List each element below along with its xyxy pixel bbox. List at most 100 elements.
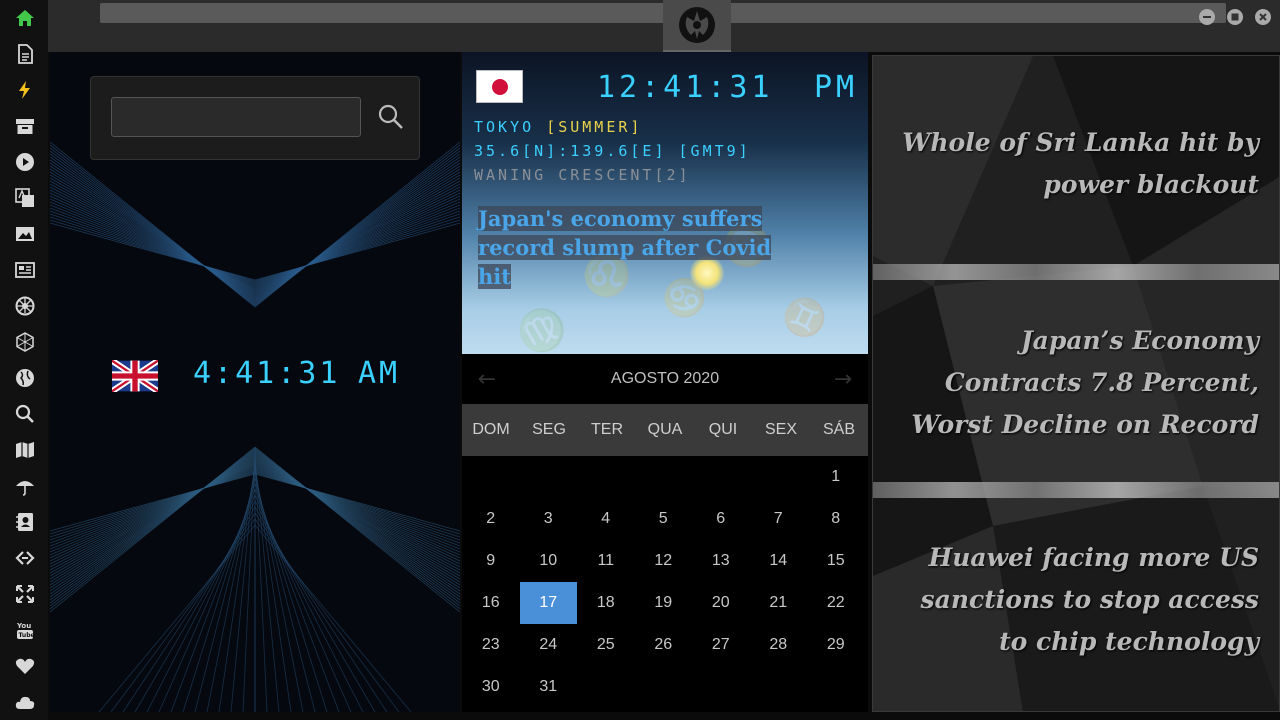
contacts-icon — [16, 513, 33, 531]
sidebar-item-map[interactable] — [12, 437, 38, 463]
calendar-day[interactable]: 4 — [577, 498, 635, 540]
calendar-day[interactable]: 31 — [520, 666, 578, 708]
calendar-empty-cell — [577, 666, 635, 708]
calendar-empty-cell — [692, 666, 750, 708]
sidebar-item-world[interactable] — [12, 365, 38, 391]
calendar-day[interactable]: 11 — [577, 540, 635, 582]
calendar-day[interactable]: 26 — [635, 624, 693, 666]
calendar-day[interactable]: 1 — [807, 456, 865, 498]
calendar-day[interactable]: 17 — [519, 582, 577, 624]
sidebar-item-documents[interactable] — [12, 41, 38, 67]
calendar-day[interactable]: 25 — [577, 624, 635, 666]
calendar: ← AGOSTO 2020 → DOM SEG TER QUA QUI SEX … — [462, 354, 868, 712]
home-icon — [16, 10, 34, 26]
calendar-day[interactable]: 9 — [462, 540, 520, 582]
archive-icon — [16, 119, 34, 134]
calendar-day[interactable]: 21 — [750, 582, 808, 624]
calendar-day[interactable]: 16 — [462, 582, 520, 624]
calendar-day[interactable]: 22 — [807, 582, 865, 624]
sidebar-item-links[interactable] — [12, 545, 38, 571]
tokyo-ampm: PM — [814, 70, 859, 105]
newspaper-icon — [15, 262, 35, 278]
sidebar-item-favorites[interactable] — [12, 653, 38, 679]
cloud-icon — [15, 696, 35, 709]
minimize-button[interactable] — [1199, 9, 1215, 25]
calendar-empty-cell — [692, 456, 750, 498]
calendar-day[interactable]: 15 — [807, 540, 865, 582]
empire-icon — [15, 296, 35, 316]
play-icon — [16, 153, 34, 171]
umbrella-icon — [16, 481, 34, 496]
calendar-day[interactable]: 19 — [635, 582, 693, 624]
calendar-day[interactable]: 30 — [462, 666, 520, 708]
calendar-day[interactable]: 24 — [520, 624, 578, 666]
calendar-nav: ← AGOSTO 2020 → — [462, 354, 868, 404]
svg-text:You: You — [16, 622, 31, 630]
calendar-day[interactable]: 3 — [520, 498, 578, 540]
weekday-label: DOM — [472, 421, 510, 438]
sidebar-item-flash[interactable] — [12, 77, 38, 103]
calendar-empty-cell — [635, 666, 693, 708]
calendar-empty-cell — [462, 456, 520, 498]
news-divider — [873, 482, 1279, 498]
sidebar-item-network[interactable] — [12, 329, 38, 355]
sidebar-item-contacts[interactable] — [12, 509, 38, 535]
calendar-next-button[interactable]: → — [828, 364, 858, 394]
calendar-day[interactable]: 18 — [577, 582, 635, 624]
calendar-day[interactable]: 2 — [462, 498, 520, 540]
london-time: 4:41:31 — [193, 356, 341, 391]
sidebar-item-news[interactable] — [12, 257, 38, 283]
maximize-icon — [1231, 13, 1239, 21]
calendar-day[interactable]: 12 — [635, 540, 693, 582]
calendar-day[interactable]: 6 — [692, 498, 750, 540]
sidebar-item-youtube[interactable]: You Tube — [12, 617, 38, 643]
calendar-day[interactable]: 13 — [692, 540, 750, 582]
tokyo-headline-text: Japan's economy suffers record slump aft… — [478, 206, 772, 289]
sidebar-item-translate[interactable] — [12, 185, 38, 211]
svg-text:Tube: Tube — [19, 632, 35, 639]
weekday-label: SEG — [532, 421, 566, 438]
sidebar-item-search[interactable] — [12, 401, 38, 427]
japan-flag-icon — [476, 70, 523, 103]
sidebar: You Tube — [0, 0, 48, 720]
sidebar-item-archive[interactable] — [12, 113, 38, 139]
sidebar-item-fullscreen[interactable] — [12, 581, 38, 607]
sidebar-item-home[interactable] — [12, 5, 38, 31]
weekday-label: QUA — [647, 421, 683, 438]
calendar-day[interactable]: 20 — [692, 582, 750, 624]
calendar-day[interactable]: 27 — [692, 624, 750, 666]
calendar-day[interactable]: 29 — [807, 624, 865, 666]
calendar-day[interactable]: 10 — [520, 540, 578, 582]
youtube-icon: You Tube — [16, 622, 35, 639]
image-icon — [16, 227, 34, 241]
news-item[interactable]: Huawei facing more US sanctions to stop … — [873, 537, 1279, 663]
news-item[interactable]: Whole of Sri Lanka hit by power blackout — [873, 122, 1279, 206]
maximize-button[interactable] — [1227, 9, 1243, 25]
close-button[interactable] — [1255, 9, 1271, 25]
calendar-day[interactable]: 7 — [750, 498, 808, 540]
translate-icon — [15, 188, 34, 207]
calendar-empty-cell — [807, 666, 865, 708]
calendar-month-title: AGOSTO 2020 — [610, 370, 720, 387]
minimize-icon — [1203, 16, 1211, 18]
sidebar-item-weather[interactable] — [12, 473, 38, 499]
sidebar-item-cloud[interactable] — [12, 689, 38, 715]
uk-flag-icon — [112, 360, 158, 392]
search-input[interactable] — [111, 97, 361, 137]
tokyo-city: TOKYO — [474, 118, 535, 136]
calendar-day[interactable]: 28 — [750, 624, 808, 666]
sidebar-item-media[interactable] — [12, 149, 38, 175]
expand-icon — [16, 585, 34, 603]
search-icon — [378, 104, 403, 129]
calendar-day[interactable]: 14 — [750, 540, 808, 582]
news-item[interactable]: Japan’s Economy Contracts 7.8 Percent, W… — [873, 320, 1279, 446]
calendar-day[interactable]: 8 — [807, 498, 865, 540]
sidebar-item-images[interactable] — [12, 221, 38, 247]
calendar-day[interactable]: 23 — [462, 624, 520, 666]
news-divider — [873, 264, 1279, 280]
calendar-day[interactable]: 5 — [635, 498, 693, 540]
tokyo-headline[interactable]: Japan's economy suffers record slump aft… — [478, 204, 798, 291]
search-button[interactable] — [373, 99, 409, 135]
news-panel: Whole of Sri Lanka hit by power blackout… — [872, 55, 1280, 712]
sidebar-item-empire[interactable] — [12, 293, 38, 319]
